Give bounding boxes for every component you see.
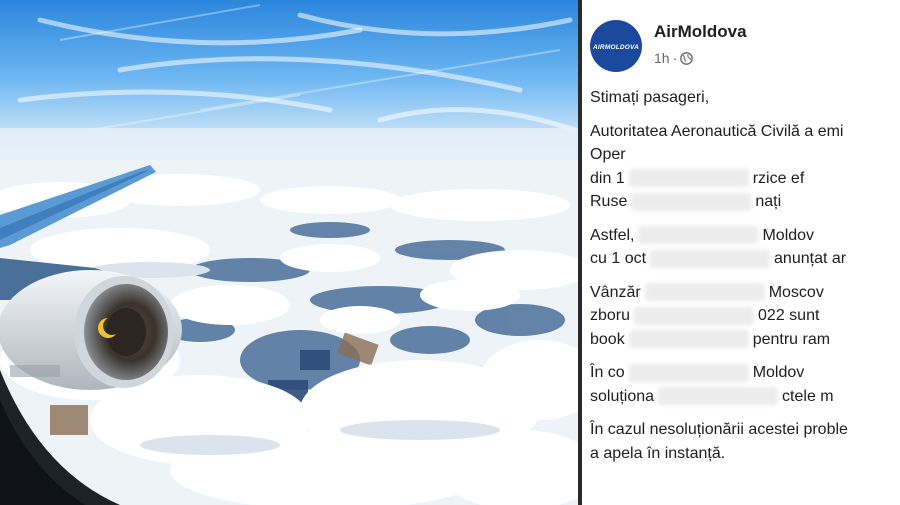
post-photo[interactable] — [0, 0, 578, 505]
post-paragraph: În co Moldov soluționa ctele m — [590, 361, 900, 408]
post-line-text: Ruse — [590, 193, 628, 210]
post-line: Astfel, Moldov — [590, 224, 900, 248]
sky-clouds-illustration — [0, 0, 578, 505]
redacted-text — [650, 249, 771, 268]
post-line-text: Vânzăr — [590, 283, 641, 301]
post-text: Stimați pasageri, Autoritatea Aeronautică… — [590, 86, 900, 475]
meta-separator: · — [672, 50, 678, 66]
post-line-tail: nați — [755, 193, 782, 210]
post-paragraph: Stimați pasageri, — [590, 86, 900, 110]
post-line-tail: anunțat ar — [774, 250, 847, 267]
avatar[interactable]: AIRMOLDOVA — [590, 20, 642, 72]
post-line-tail: pentru ram — [752, 330, 831, 348]
post-line-tail: ctele m — [782, 387, 834, 405]
post-line: În cazul nesoluționării acestei proble — [590, 418, 900, 442]
post-line-text: book — [590, 330, 625, 348]
globe-icon[interactable] — [680, 51, 694, 65]
post-line-tail: rzice ef — [752, 169, 805, 187]
post-card: AIRMOLDOVA AirMoldova 1h · Stimați pasag… — [582, 0, 900, 505]
post-line-tail: Moldov — [752, 364, 805, 381]
post-line-text: din 1 — [590, 169, 625, 187]
post-line: Oper — [590, 143, 900, 167]
post-time[interactable]: 1h — [654, 50, 670, 66]
post-meta: 1h · — [654, 50, 694, 66]
post-line: Ruse nați — [590, 190, 900, 214]
post-paragraph: În cazul nesoluționării acestei proble a … — [590, 418, 900, 465]
post-line: În co Moldov — [590, 361, 900, 385]
post-line: cu 1 oct anunțat ar — [590, 247, 900, 271]
post-line-text: a apela în instanță. — [590, 444, 726, 462]
redacted-text — [631, 192, 752, 211]
post-line-text: soluționa — [590, 387, 655, 405]
redacted-text — [628, 169, 749, 188]
redacted-text — [628, 330, 749, 349]
post-line-text: În co — [590, 364, 625, 381]
post-line-text: Oper — [590, 146, 626, 163]
redacted-text — [634, 306, 755, 325]
post-line-tail: 022 sunt — [758, 307, 820, 324]
post-line-text: În cazul nesoluționării acestei proble — [590, 421, 848, 438]
post-line: book pentru ram — [590, 328, 900, 352]
redacted-text — [658, 387, 779, 406]
avatar-logo-text: AIRMOLDOVA — [593, 43, 639, 51]
post-line: a apela în instanță. — [590, 442, 900, 466]
redacted-text — [638, 226, 759, 245]
post-line-text: zboru — [590, 307, 631, 324]
post-line: Autoritatea Aeronautică Civilă a emi — [590, 120, 900, 144]
page-name[interactable]: AirMoldova — [654, 22, 747, 42]
post-paragraph: Autoritatea Aeronautică Civilă a emi Oper… — [590, 120, 900, 214]
redacted-text — [628, 363, 749, 382]
post-line-text: Autoritatea Aeronautică Civilă a emi — [590, 122, 844, 140]
post-paragraph: Vânzăr Moscov zboru 022 sunt book pentru ram — [590, 281, 900, 352]
post-line: Vânzăr Moscov — [590, 281, 900, 305]
post-line-text: Stimați pasageri, — [590, 89, 710, 106]
post-line-tail: Moscov — [768, 283, 824, 301]
post-paragraph: Astfel, Moldov cu 1 oct anunțat ar — [590, 224, 900, 271]
post-line: soluționa ctele m — [590, 385, 900, 409]
post-line-text: Astfel, — [590, 226, 635, 244]
post-line-tail: Moldov — [762, 226, 815, 244]
post-line: Stimați pasageri, — [590, 86, 900, 110]
post-line-text: cu 1 oct — [590, 250, 647, 267]
post-line: din 1 rzice ef — [590, 167, 900, 191]
redacted-text — [644, 283, 765, 302]
post-line: zboru 022 sunt — [590, 304, 900, 328]
